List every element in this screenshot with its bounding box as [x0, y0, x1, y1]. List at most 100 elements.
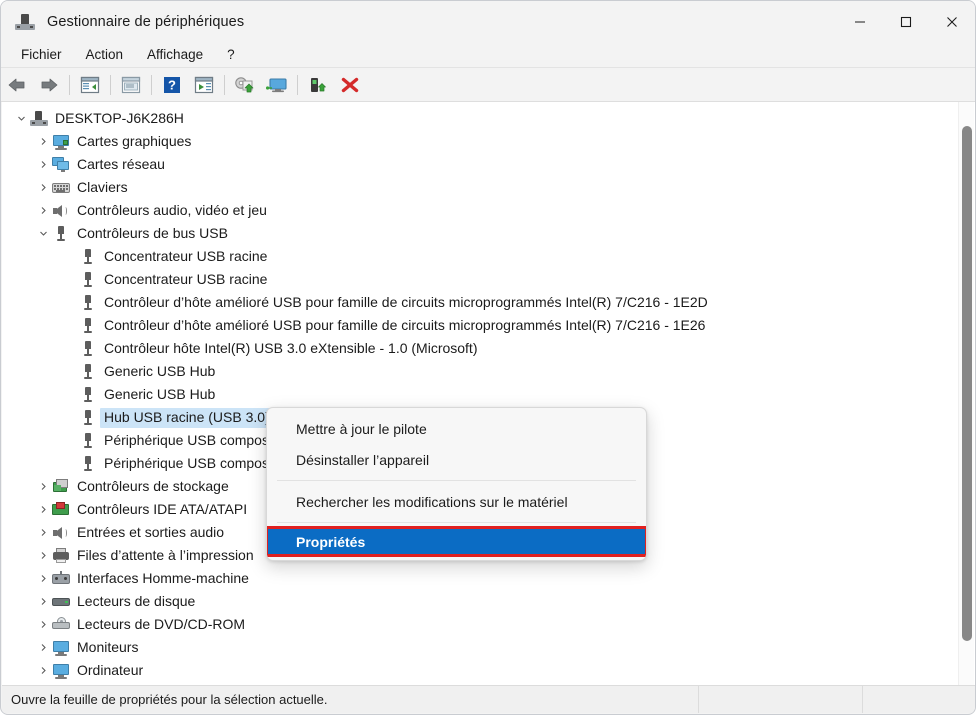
tree-item-label: Ordinateur: [77, 662, 144, 678]
enable-device-icon[interactable]: [303, 71, 333, 99]
menu-fichier[interactable]: Fichier: [11, 44, 72, 65]
tree-item-network-adapters[interactable]: Cartes réseau: [2, 153, 975, 176]
status-bar: Ouvre la feuille de propriétés pour la s…: [2, 685, 975, 713]
tree-item-sound-video-game-controllers[interactable]: Contrôleurs audio, vidéo et jeu: [2, 199, 975, 222]
help-icon[interactable]: ?: [157, 71, 187, 99]
usb-icon: [79, 294, 97, 312]
chevron-down-icon[interactable]: [34, 229, 52, 238]
svg-text:?: ?: [168, 77, 176, 92]
display-device-by-connection-icon[interactable]: [262, 71, 292, 99]
tree-item-dvd-cd-rom-drives[interactable]: Lecteurs de DVD/CD-ROM: [2, 613, 975, 636]
sound-video-game-icon: [52, 202, 70, 220]
tree-item-human-interface-devices[interactable]: Interfaces Homme-machine: [2, 567, 975, 590]
menu-affichage[interactable]: Affichage: [137, 44, 213, 65]
maximize-icon[interactable]: [883, 1, 929, 42]
keyboard-icon: [52, 179, 70, 197]
tree-item-label: Concentrateur USB racine: [104, 271, 268, 287]
usb-icon: [79, 386, 97, 404]
chevron-right-icon[interactable]: [34, 482, 52, 491]
storage-controller-icon: [52, 478, 70, 496]
tree-item-label: Périphérique USB composite: [104, 432, 284, 448]
chevron-right-icon[interactable]: [34, 183, 52, 192]
tree-item-label: Hub USB racine (USB 3.0): [100, 407, 274, 428]
uninstall-device-icon[interactable]: [335, 71, 365, 99]
tree-item-usb-enhanced-host-controller-1e2d[interactable]: Contrôleur d’hôte amélioré USB pour fami…: [2, 291, 975, 314]
context-menu-item-properties[interactable]: Propriétés: [267, 526, 646, 557]
tree-item-label: Contrôleur d’hôte amélioré USB pour fami…: [104, 317, 706, 333]
tree-item-usb-root-hub-2[interactable]: Concentrateur USB racine: [2, 268, 975, 291]
tree-item-label: Entrées et sorties audio: [77, 524, 225, 540]
device-tree-pane[interactable]: DESKTOP-J6K286H Cartes graphiques Cartes…: [2, 102, 975, 686]
tree-item-label: Contrôleurs de stockage: [77, 478, 229, 494]
window-controls: [837, 1, 975, 42]
tree-item-root[interactable]: DESKTOP-J6K286H: [2, 107, 975, 130]
context-menu-item-uninstall-device[interactable]: Désinstaller l’appareil: [267, 444, 646, 475]
close-icon[interactable]: [929, 1, 975, 42]
chevron-right-icon[interactable]: [34, 160, 52, 169]
hid-icon: [52, 570, 70, 588]
forward-icon[interactable]: [34, 71, 64, 99]
tree-item-computer[interactable]: Ordinateur: [2, 659, 975, 682]
tree-item-usb3-extensible-host-controller[interactable]: Contrôleur hôte Intel(R) USB 3.0 eXtensi…: [2, 337, 975, 360]
chevron-right-icon[interactable]: [34, 206, 52, 215]
chevron-down-icon[interactable]: [12, 114, 30, 123]
usb-icon: [79, 432, 97, 450]
toolbar-separator: [110, 74, 111, 95]
ide-controller-icon: [52, 501, 70, 519]
usb-icon: [79, 363, 97, 381]
tree-item-label: Lecteurs de disque: [77, 593, 196, 609]
menu-help[interactable]: ?: [217, 44, 245, 65]
vertical-scrollbar[interactable]: [958, 102, 974, 686]
tree-item-label: Contrôleurs de bus USB: [77, 225, 228, 241]
tree-item-keyboards[interactable]: Claviers: [2, 176, 975, 199]
chevron-right-icon[interactable]: [34, 643, 52, 652]
chevron-right-icon[interactable]: [34, 666, 52, 675]
status-message: Ouvre la feuille de propriétés pour la s…: [2, 686, 699, 713]
toolbar-separator: [69, 74, 70, 95]
tree-item-usb-root-hub-1[interactable]: Concentrateur USB racine: [2, 245, 975, 268]
minimize-icon[interactable]: [837, 1, 883, 42]
device-manager-window: Gestionnaire de périphériques Fichier Ac…: [0, 0, 976, 715]
menu-bar: Fichier Action Affichage ?: [1, 42, 975, 68]
title-bar: Gestionnaire de périphériques: [1, 1, 975, 42]
toolbar: ?: [1, 68, 975, 102]
tree-item-label: Contrôleurs IDE ATA/ATAPI: [77, 501, 248, 517]
back-icon[interactable]: [2, 71, 32, 99]
context-menu-separator: [277, 522, 636, 523]
menu-action[interactable]: Action: [76, 44, 134, 65]
tree-item-label: Generic USB Hub: [104, 363, 216, 379]
chevron-right-icon[interactable]: [34, 505, 52, 514]
tree-item-generic-usb-hub-2[interactable]: Generic USB Hub: [2, 383, 975, 406]
chevron-right-icon[interactable]: [34, 137, 52, 146]
toolbar-separator: [224, 74, 225, 95]
tree-item-generic-usb-hub-1[interactable]: Generic USB Hub: [2, 360, 975, 383]
window-title: Gestionnaire de périphériques: [47, 13, 245, 30]
tree-item-disk-drives[interactable]: Lecteurs de disque: [2, 590, 975, 613]
show-hide-console-tree-icon[interactable]: [75, 71, 105, 99]
tree-item-label: Contrôleur d’hôte amélioré USB pour fami…: [104, 294, 708, 310]
network-adapter-icon: [52, 156, 70, 174]
usb-icon: [79, 340, 97, 358]
device-tree: DESKTOP-J6K286H Cartes graphiques Cartes…: [2, 102, 975, 686]
tree-item-label: Lecteurs de DVD/CD-ROM: [77, 616, 246, 632]
properties-icon[interactable]: [116, 71, 146, 99]
chevron-right-icon[interactable]: [34, 597, 52, 606]
chevron-right-icon[interactable]: [34, 551, 52, 560]
context-menu-item-update-driver[interactable]: Mettre à jour le pilote: [267, 413, 646, 444]
update-driver-icon[interactable]: [189, 71, 219, 99]
tree-item-label: Claviers: [77, 179, 128, 195]
scan-hardware-changes-icon[interactable]: [230, 71, 260, 99]
status-cell-tertiary: [863, 686, 975, 713]
scrollbar-thumb[interactable]: [962, 126, 972, 641]
chevron-right-icon[interactable]: [34, 574, 52, 583]
tree-item-usb-controllers[interactable]: Contrôleurs de bus USB: [2, 222, 975, 245]
context-menu-item-scan-hardware-changes[interactable]: Rechercher les modifications sur le maté…: [267, 486, 646, 517]
tree-item-label: Files d’attente à l’impression: [77, 547, 254, 563]
chevron-right-icon[interactable]: [34, 620, 52, 629]
tree-item-display-adapters[interactable]: Cartes graphiques: [2, 130, 975, 153]
tree-item-monitors[interactable]: Moniteurs: [2, 636, 975, 659]
usb-icon: [79, 409, 97, 427]
display-adapter-icon: [52, 133, 70, 151]
tree-item-usb-enhanced-host-controller-1e26[interactable]: Contrôleur d’hôte amélioré USB pour fami…: [2, 314, 975, 337]
chevron-right-icon[interactable]: [34, 528, 52, 537]
